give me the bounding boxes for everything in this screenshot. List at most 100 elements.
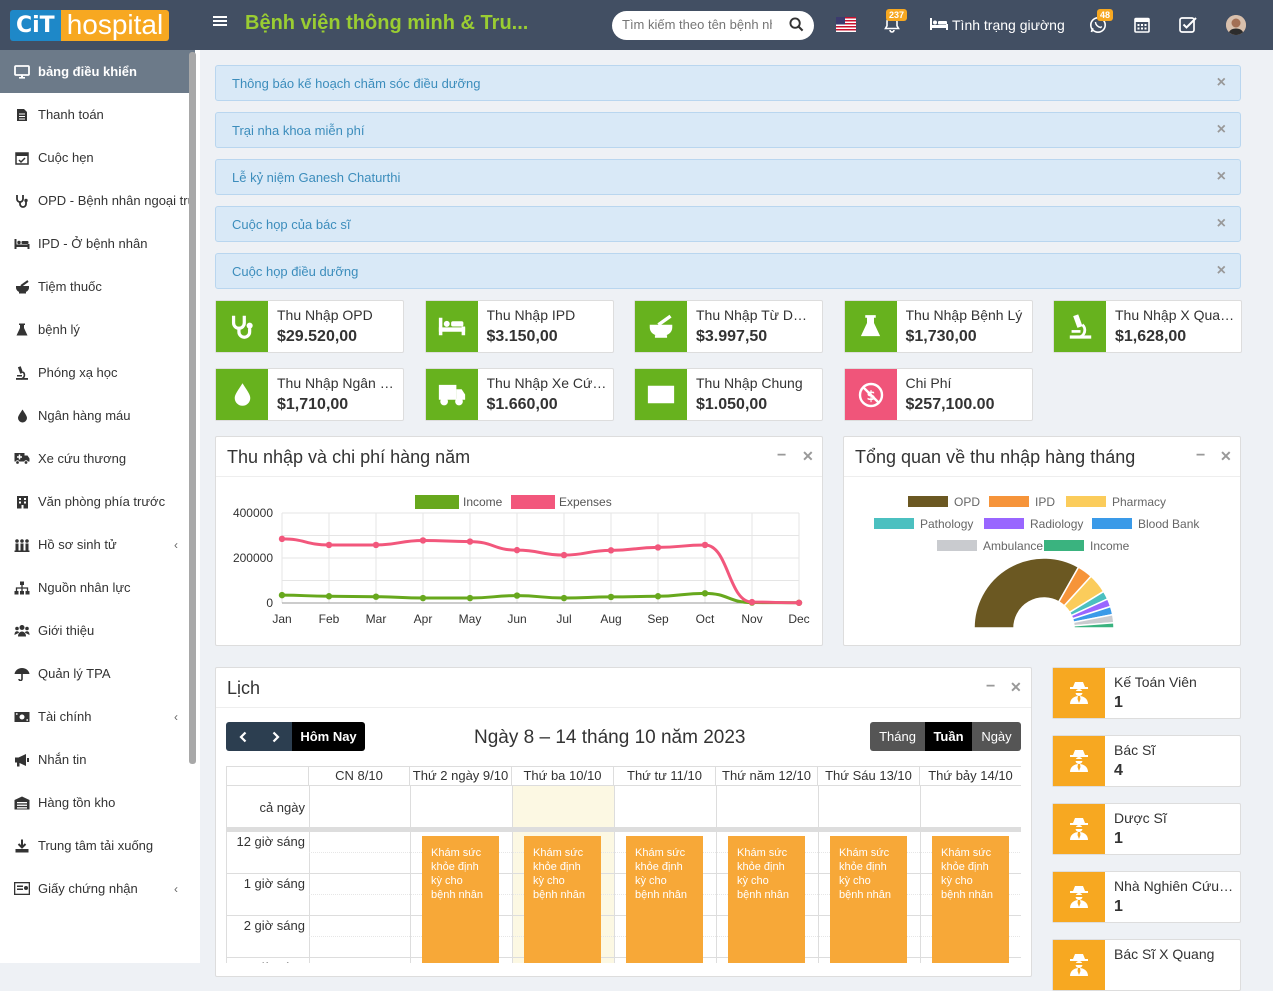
- staff-count-card[interactable]: Dược Sĩ 1: [1052, 803, 1241, 855]
- notice-alert[interactable]: Thông báo kế hoạch chăm sóc điều dưỡng ×: [215, 65, 1241, 101]
- us-flag-icon[interactable]: [836, 17, 856, 37]
- sidebar-item-users[interactable]: Giới thiệu: [0, 609, 195, 652]
- search-input[interactable]: [622, 17, 772, 32]
- notice-text[interactable]: Trại nha khoa miễn phí: [232, 123, 364, 138]
- stat-card[interactable]: Thu Nhập Bệnh Lý $1,730,00: [843, 300, 1033, 353]
- staff-count-card[interactable]: Bác Sĩ 4: [1052, 735, 1241, 787]
- close-icon[interactable]: ✕: [802, 448, 814, 465]
- sidebar-item-microscope[interactable]: Phóng xạ học: [0, 351, 195, 394]
- close-icon[interactable]: ×: [1217, 168, 1226, 186]
- hospital-logo[interactable]: CiT hospital: [10, 10, 170, 41]
- stat-card[interactable]: Thu Nhập Từ Dược Phẩm $3.997,50: [634, 300, 823, 353]
- legend-label: Pharmacy: [1112, 495, 1166, 509]
- staff-count-card[interactable]: Kế Toán Viên 1: [1052, 667, 1241, 719]
- sidebar-item-ambulance[interactable]: Xe cứu thương: [0, 437, 195, 480]
- view-day-button[interactable]: Ngày: [972, 722, 1021, 751]
- notice-text[interactable]: Lễ kỷ niệm Ganesh Chaturthi: [232, 170, 400, 185]
- staff-count-card[interactable]: Nhà Nghiên Cứu Bệnh Học 1: [1052, 871, 1241, 923]
- calendar-event[interactable]: Khám sức khỏe định kỳ cho bệnh nhân: [626, 836, 703, 963]
- day-column-header[interactable]: Thứ 2 ngày 9/10: [410, 766, 512, 786]
- bed-status-link[interactable]: Tình trạng giường: [952, 17, 1065, 33]
- calendar-event[interactable]: Khám sức khỏe định kỳ cho bệnh nhân: [932, 836, 1009, 963]
- notice-text[interactable]: Cuộc họp điều dưỡng: [232, 264, 358, 279]
- sidebar-item-sitemap[interactable]: Nguồn nhân lực: [0, 566, 195, 609]
- task-check-icon[interactable]: [1179, 16, 1197, 38]
- sidebar-item-umbrella[interactable]: Quản lý TPA: [0, 652, 195, 695]
- stat-card[interactable]: Thu Nhập Chung $1.050,00: [634, 368, 823, 421]
- whatsapp-badge: 48: [1097, 9, 1114, 21]
- stat-card[interactable]: Thu Nhập Xe Cứu Thương $1.660,00: [424, 368, 614, 421]
- sidebar-item-warehouse[interactable]: Hàng tồn kho: [0, 781, 195, 824]
- day-column-header[interactable]: Thứ Sáu 13/10: [818, 766, 920, 786]
- notice-alert[interactable]: Lễ kỷ niệm Ganesh Chaturthi ×: [215, 159, 1241, 195]
- view-month-button[interactable]: Tháng: [870, 722, 925, 751]
- sidebar-item-calendar-check[interactable]: Cuộc hẹn: [0, 136, 195, 179]
- x-tick-label: Sep: [647, 612, 669, 626]
- sidebar-item-label: Ngân hàng máu: [38, 408, 131, 423]
- user-avatar[interactable]: [1226, 15, 1246, 35]
- prev-week-button[interactable]: [226, 722, 259, 751]
- stat-value: $3.997,50: [696, 328, 768, 345]
- sidebar-item-stethoscope[interactable]: OPD - Bệnh nhân ngoại trú: [0, 179, 195, 222]
- day-column-header[interactable]: Thứ năm 12/10: [716, 766, 818, 786]
- stat-card[interactable]: Thu Nhập Ngân Hàng Máu $1,710,00: [215, 368, 404, 421]
- menu-toggle-icon[interactable]: [213, 14, 227, 28]
- next-week-button[interactable]: [259, 722, 292, 751]
- hour-line: [227, 831, 1021, 832]
- calendar-event[interactable]: Khám sức khỏe định kỳ cho bệnh nhân: [728, 836, 805, 963]
- sidebar-item-family[interactable]: Hồ sơ sinh tử ‹: [0, 523, 195, 566]
- minimize-icon[interactable]: −: [1196, 447, 1205, 465]
- notice-alert[interactable]: Cuộc họp của bác sĩ ×: [215, 206, 1241, 242]
- panel-title: Lịch: [227, 678, 261, 698]
- notice-text[interactable]: Thông báo kế hoạch chăm sóc điều dưỡng: [232, 76, 481, 91]
- calendar-event[interactable]: Khám sức khỏe định kỳ cho bệnh nhân: [524, 836, 601, 963]
- sidebar-item-bed[interactable]: IPD - Ở bệnh nhân: [0, 222, 195, 265]
- flask-icon: [14, 322, 30, 338]
- sidebar-item-download[interactable]: Trung tâm tải xuống: [0, 824, 195, 867]
- close-icon[interactable]: ×: [1217, 121, 1226, 139]
- sidebar-item-flask[interactable]: bệnh lý: [0, 308, 195, 351]
- close-icon[interactable]: ✕: [1010, 679, 1022, 696]
- data-point-income: [701, 590, 709, 597]
- close-icon[interactable]: ✕: [1220, 448, 1232, 465]
- legend-label: OPD: [954, 495, 980, 509]
- day-column-header[interactable]: Thứ bảy 14/10: [920, 766, 1021, 786]
- sidebar-item-mortar-pestle[interactable]: Tiệm thuốc: [0, 265, 195, 308]
- patient-search-box[interactable]: [612, 11, 814, 40]
- stat-card[interactable]: Thu Nhập X Quang $1,628,00: [1053, 300, 1242, 353]
- calendar-event[interactable]: Khám sức khỏe định kỳ cho bệnh nhân: [422, 836, 499, 963]
- view-week-button[interactable]: Tuần: [925, 722, 972, 751]
- minimize-icon[interactable]: −: [777, 447, 786, 465]
- notice-alert[interactable]: Trại nha khoa miễn phí ×: [215, 112, 1241, 148]
- notice-text[interactable]: Cuộc họp của bác sĩ: [232, 217, 351, 232]
- stat-card[interactable]: Thu Nhập OPD $29.520,00: [215, 300, 404, 353]
- today-button[interactable]: Hôm Nay: [292, 722, 365, 751]
- sidebar-item-building[interactable]: Văn phòng phía trước: [0, 480, 195, 523]
- staff-role: Kế Toán Viên: [1114, 674, 1197, 690]
- close-icon[interactable]: ×: [1217, 262, 1226, 280]
- chevron-left-icon: ‹: [174, 881, 178, 896]
- stat-card[interactable]: Thu Nhập IPD $3.150,00: [424, 300, 614, 353]
- day-column-header[interactable]: Thứ ba 10/10: [512, 766, 614, 786]
- sidebar-item-droplet[interactable]: Ngân hàng máu: [0, 394, 195, 437]
- search-icon[interactable]: [789, 17, 804, 37]
- x-tick-label: Apr: [414, 612, 433, 626]
- day-column-header[interactable]: Thứ tư 11/10: [614, 766, 716, 786]
- calendar-icon[interactable]: [1134, 16, 1150, 38]
- sidebar-item-monitor[interactable]: bảng điều khiển: [0, 50, 195, 93]
- calendar-event[interactable]: Khám sức khỏe định kỳ cho bệnh nhân: [830, 836, 907, 963]
- stat-card[interactable]: $ Chi Phí $257,100.00: [843, 368, 1033, 421]
- sidebar-scrollbar[interactable]: [189, 52, 196, 764]
- sidebar-item-certificate[interactable]: Giấy chứng nhận ‹: [0, 867, 195, 910]
- sidebar-item-label: bệnh lý: [38, 322, 80, 337]
- sidebar-item-bullhorn[interactable]: Nhắn tin: [0, 738, 195, 781]
- close-icon[interactable]: ×: [1217, 215, 1226, 233]
- umbrella-icon: [14, 666, 30, 682]
- day-column-header[interactable]: CN 8/10: [309, 766, 410, 786]
- minimize-icon[interactable]: −: [986, 678, 995, 696]
- staff-count-card[interactable]: Bác Sĩ X Quang: [1052, 939, 1241, 991]
- sidebar-item-file[interactable]: Thanh toán: [0, 93, 195, 136]
- notice-alert[interactable]: Cuộc họp điều dưỡng ×: [215, 253, 1241, 289]
- close-icon[interactable]: ×: [1217, 74, 1226, 92]
- sidebar-item-money[interactable]: Tài chính ‹: [0, 695, 195, 738]
